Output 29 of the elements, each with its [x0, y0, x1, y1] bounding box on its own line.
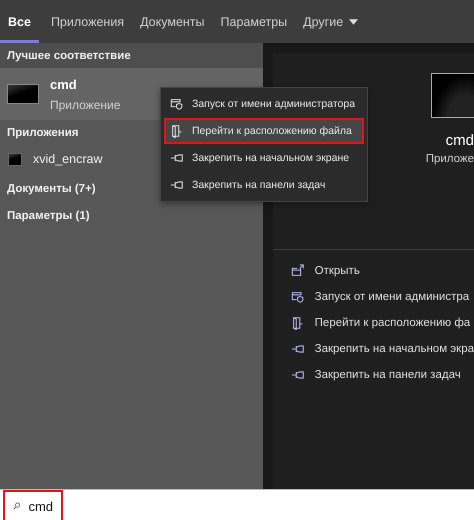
action-item[interactable]: Закрепить на панели задач [272, 362, 474, 388]
tab[interactable]: Другие [295, 0, 366, 43]
folder-page-icon [170, 124, 184, 138]
menu-item[interactable]: Закрепить на панели задач [164, 172, 364, 198]
search-field[interactable]: cmd [3, 490, 63, 520]
action-item[interactable]: Открыть [272, 258, 474, 284]
section-heading: Лучшее соответствие [0, 43, 263, 68]
folder-page-icon [290, 316, 305, 330]
terminal-icon [431, 73, 474, 118]
action-item[interactable]: Перейти к расположению фа [272, 310, 474, 336]
action-item[interactable]: Запуск от имени администра [272, 284, 474, 310]
terminal-icon [7, 84, 39, 104]
section-heading[interactable]: Параметры (1) [0, 201, 263, 228]
terminal-icon [8, 152, 22, 166]
app-name: xvid_encraw [33, 152, 102, 166]
window-arrow-icon [290, 264, 305, 278]
action-item[interactable]: Закрепить на начальном экра [272, 336, 474, 362]
menu-item[interactable]: Закрепить на начальном экране [164, 145, 364, 171]
window-shield-icon [290, 290, 305, 304]
app-type: Приложение [50, 98, 120, 112]
window-shield-icon [170, 97, 184, 111]
tab[interactable]: Все [0, 0, 39, 43]
tab[interactable]: Документы [132, 0, 213, 43]
app-name: cmd [50, 76, 78, 92]
app-type: Приложе [426, 153, 474, 165]
tab[interactable]: Параметры [212, 0, 296, 43]
menu-item[interactable]: Перейти к расположению файла [164, 118, 364, 144]
app-name: cmd [446, 132, 474, 149]
tab[interactable]: Приложения [42, 0, 132, 43]
